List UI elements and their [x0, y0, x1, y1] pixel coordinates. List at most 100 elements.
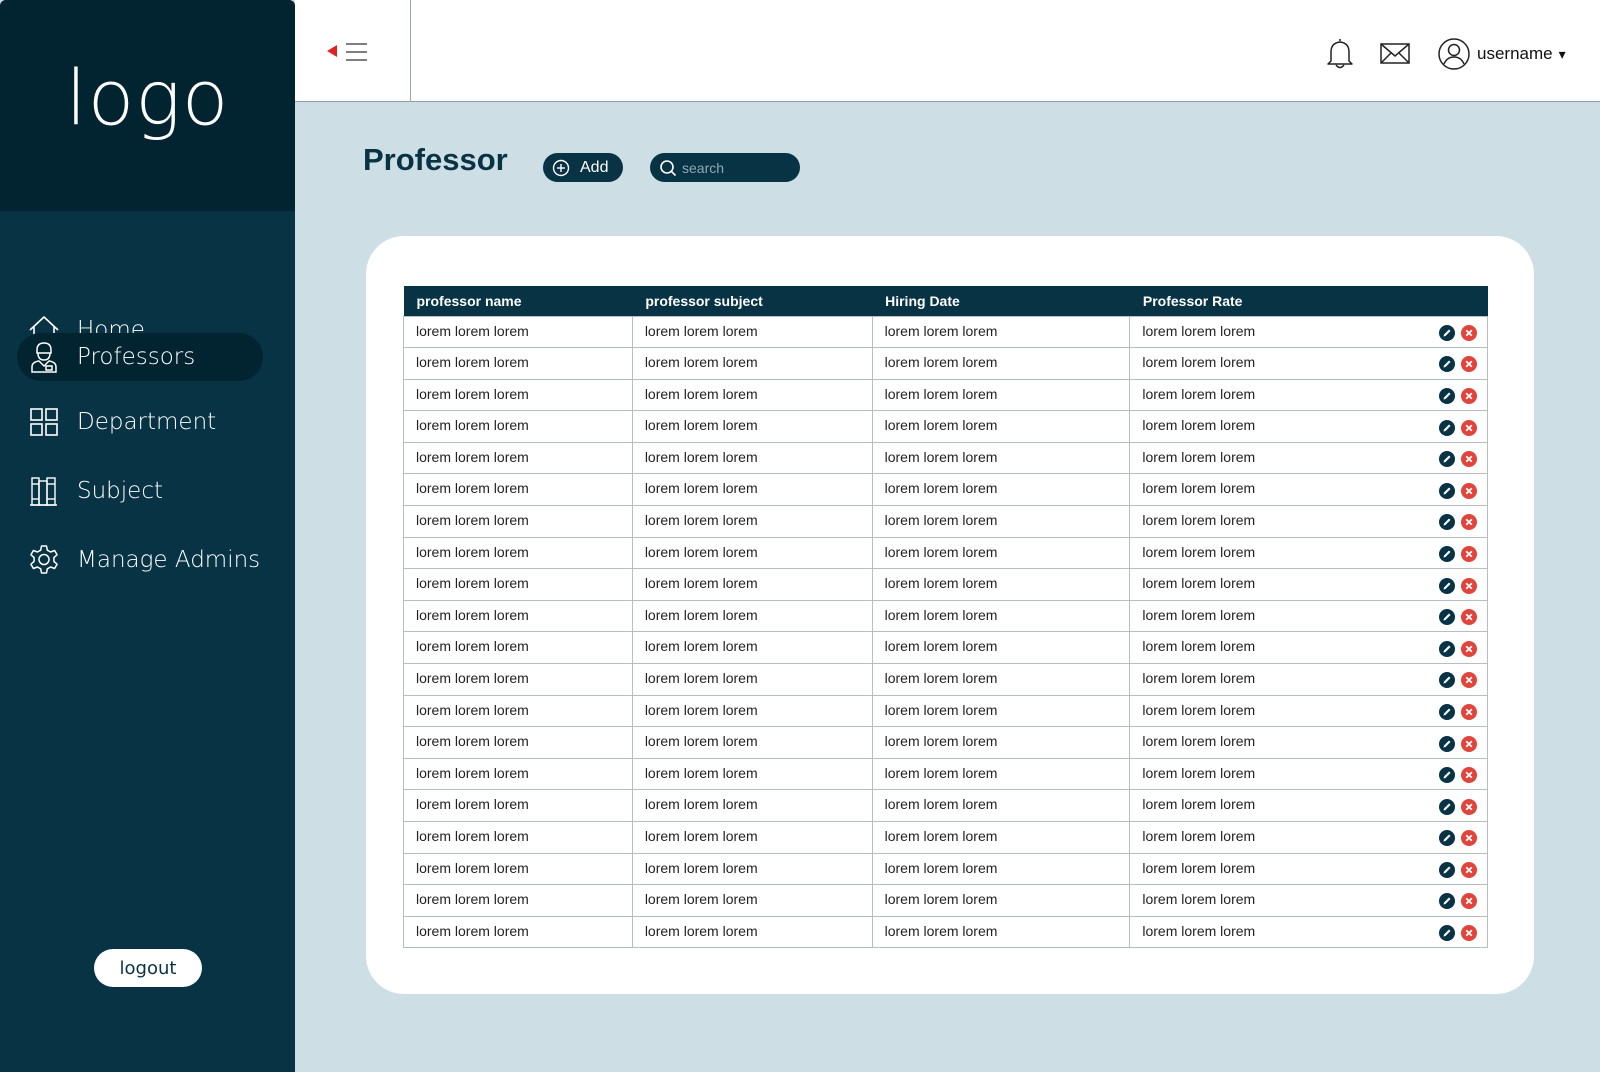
table-row[interactable]: lorem lorem lorem lorem lorem lorem lorem …: [403, 315, 1488, 349]
delete-icon[interactable]: [1461, 514, 1477, 531]
edit-icon[interactable]: [1439, 672, 1455, 689]
table-row[interactable]: lorem lorem lorem lorem lorem lorem lorem …: [403, 441, 1488, 475]
search-icon[interactable]: [659, 159, 677, 177]
sidebar-item-department[interactable]: Department: [17, 398, 263, 446]
delete-icon[interactable]: [1461, 925, 1477, 942]
delete-icon[interactable]: [1461, 545, 1477, 562]
edit-icon[interactable]: [1439, 735, 1455, 752]
cell-text: lorem lorem lorem: [1142, 575, 1256, 592]
table-cell: lorem lorem lorem: [871, 410, 1131, 443]
table-row[interactable]: lorem lorem lorem lorem lorem lorem lorem …: [403, 694, 1488, 728]
delete-icon[interactable]: [1461, 640, 1477, 657]
delete-icon[interactable]: [1461, 735, 1477, 752]
delete-icon[interactable]: [1461, 798, 1477, 815]
delete-icon[interactable]: [1461, 324, 1477, 341]
user-menu[interactable]: username ▾: [1437, 36, 1566, 72]
edit-icon[interactable]: [1439, 545, 1455, 562]
table-row[interactable]: lorem lorem lorem lorem lorem lorem lorem …: [403, 884, 1488, 917]
sidebar-item-subject[interactable]: Subject: [17, 467, 263, 515]
delete-icon[interactable]: [1461, 893, 1477, 910]
edit-icon[interactable]: [1439, 609, 1455, 626]
delete-icon[interactable]: [1461, 419, 1477, 436]
edit-icon[interactable]: [1439, 830, 1455, 847]
column-header-professor-name[interactable]: professor name: [404, 286, 633, 316]
table-row[interactable]: lorem lorem lorem lorem lorem lorem lorem …: [403, 726, 1488, 759]
delete-icon[interactable]: [1461, 356, 1477, 373]
table-header-row: professor name professor subject Hiring …: [403, 286, 1488, 316]
mail-icon[interactable]: [1378, 36, 1412, 70]
cell-text: lorem lorem lorem: [884, 417, 998, 434]
table-cell: lorem lorem lorem: [1129, 505, 1488, 538]
delete-icon[interactable]: [1461, 861, 1477, 878]
add-button[interactable]: Add: [543, 153, 623, 182]
sidebar-item-label: Manage Admins: [77, 547, 261, 573]
table-row[interactable]: lorem lorem lorem lorem lorem lorem lorem …: [403, 852, 1488, 886]
row-actions: [1433, 355, 1477, 373]
cell-text: lorem lorem lorem: [884, 575, 998, 592]
delete-icon[interactable]: [1461, 451, 1477, 468]
sidebar-item-manage-admins[interactable]: Manage Admins: [17, 536, 263, 584]
delete-icon[interactable]: [1461, 703, 1477, 720]
table-cell: lorem lorem lorem: [871, 821, 1131, 854]
cell-text: lorem lorem lorem: [1142, 322, 1256, 339]
logout-button[interactable]: logout: [94, 949, 202, 987]
cell-text: lorem lorem lorem: [1142, 480, 1256, 497]
table-row[interactable]: lorem lorem lorem lorem lorem lorem lorem …: [403, 410, 1488, 443]
grid-icon: [26, 404, 62, 440]
edit-icon[interactable]: [1439, 451, 1455, 468]
edit-icon[interactable]: [1439, 577, 1455, 594]
table-row[interactable]: lorem lorem lorem lorem lorem lorem lorem …: [403, 473, 1488, 507]
sidebar-item-professors[interactable]: Professors: [17, 333, 263, 381]
edit-icon[interactable]: [1439, 640, 1455, 657]
delete-icon[interactable]: [1461, 482, 1477, 499]
table-row[interactable]: lorem lorem lorem lorem lorem lorem lorem …: [403, 789, 1488, 822]
table-row[interactable]: lorem lorem lorem lorem lorem lorem lorem …: [403, 505, 1488, 538]
row-actions: [1433, 639, 1477, 657]
sidebar: logo Home Professors Department Subject …: [0, 0, 295, 1072]
edit-icon[interactable]: [1439, 798, 1455, 815]
delete-icon[interactable]: [1461, 609, 1477, 626]
edit-icon[interactable]: [1439, 514, 1455, 531]
edit-icon[interactable]: [1439, 387, 1455, 404]
table-cell: lorem lorem lorem: [631, 505, 873, 538]
cell-text: lorem lorem lorem: [884, 543, 998, 560]
table-row[interactable]: lorem lorem lorem lorem lorem lorem lorem …: [403, 347, 1488, 380]
table-row[interactable]: lorem lorem lorem lorem lorem lorem lorem …: [403, 757, 1488, 791]
edit-icon[interactable]: [1439, 419, 1455, 436]
column-header-hiring-date[interactable]: Hiring Date: [872, 286, 1130, 316]
delete-icon[interactable]: [1461, 577, 1477, 594]
edit-icon[interactable]: [1439, 925, 1455, 942]
column-header-professor-rate[interactable]: Professor Rate: [1130, 286, 1488, 316]
edit-icon[interactable]: [1439, 767, 1455, 784]
table-row[interactable]: lorem lorem lorem lorem lorem lorem lorem …: [403, 631, 1488, 665]
edit-icon[interactable]: [1439, 703, 1455, 720]
row-actions: [1433, 324, 1477, 341]
delete-icon[interactable]: [1461, 830, 1477, 847]
table-row[interactable]: lorem lorem lorem lorem lorem lorem lorem …: [403, 915, 1488, 949]
table-cell: lorem lorem lorem: [631, 915, 873, 949]
delete-icon[interactable]: [1461, 672, 1477, 689]
edit-icon[interactable]: [1439, 893, 1455, 910]
table-row[interactable]: lorem lorem lorem lorem lorem lorem lorem …: [403, 821, 1488, 854]
cell-text: lorem lorem lorem: [644, 354, 758, 371]
table-row[interactable]: lorem lorem lorem lorem lorem lorem lorem …: [403, 663, 1488, 696]
edit-icon[interactable]: [1439, 324, 1455, 341]
cell-text: lorem lorem lorem: [884, 922, 998, 939]
delete-icon[interactable]: [1461, 387, 1477, 404]
edit-icon[interactable]: [1439, 356, 1455, 373]
menu-toggle-icon[interactable]: [327, 40, 371, 66]
table-row[interactable]: lorem lorem lorem lorem lorem lorem lorem …: [403, 568, 1488, 601]
search-input[interactable]: [682, 159, 792, 176]
table-cell: lorem lorem lorem: [631, 568, 873, 601]
table-cell: lorem lorem lorem: [403, 473, 633, 507]
cell-text: lorem lorem lorem: [416, 701, 529, 718]
column-header-professor-subject[interactable]: professor subject: [632, 286, 872, 316]
table-row[interactable]: lorem lorem lorem lorem lorem lorem lorem …: [403, 599, 1488, 633]
edit-icon[interactable]: [1439, 861, 1455, 878]
table-row[interactable]: lorem lorem lorem lorem lorem lorem lorem …: [403, 378, 1488, 412]
bell-icon[interactable]: [1323, 36, 1357, 70]
table-cell: lorem lorem lorem: [871, 852, 1131, 886]
table-row[interactable]: lorem lorem lorem lorem lorem lorem lorem …: [403, 536, 1488, 570]
delete-icon[interactable]: [1461, 767, 1477, 784]
edit-icon[interactable]: [1439, 482, 1455, 499]
